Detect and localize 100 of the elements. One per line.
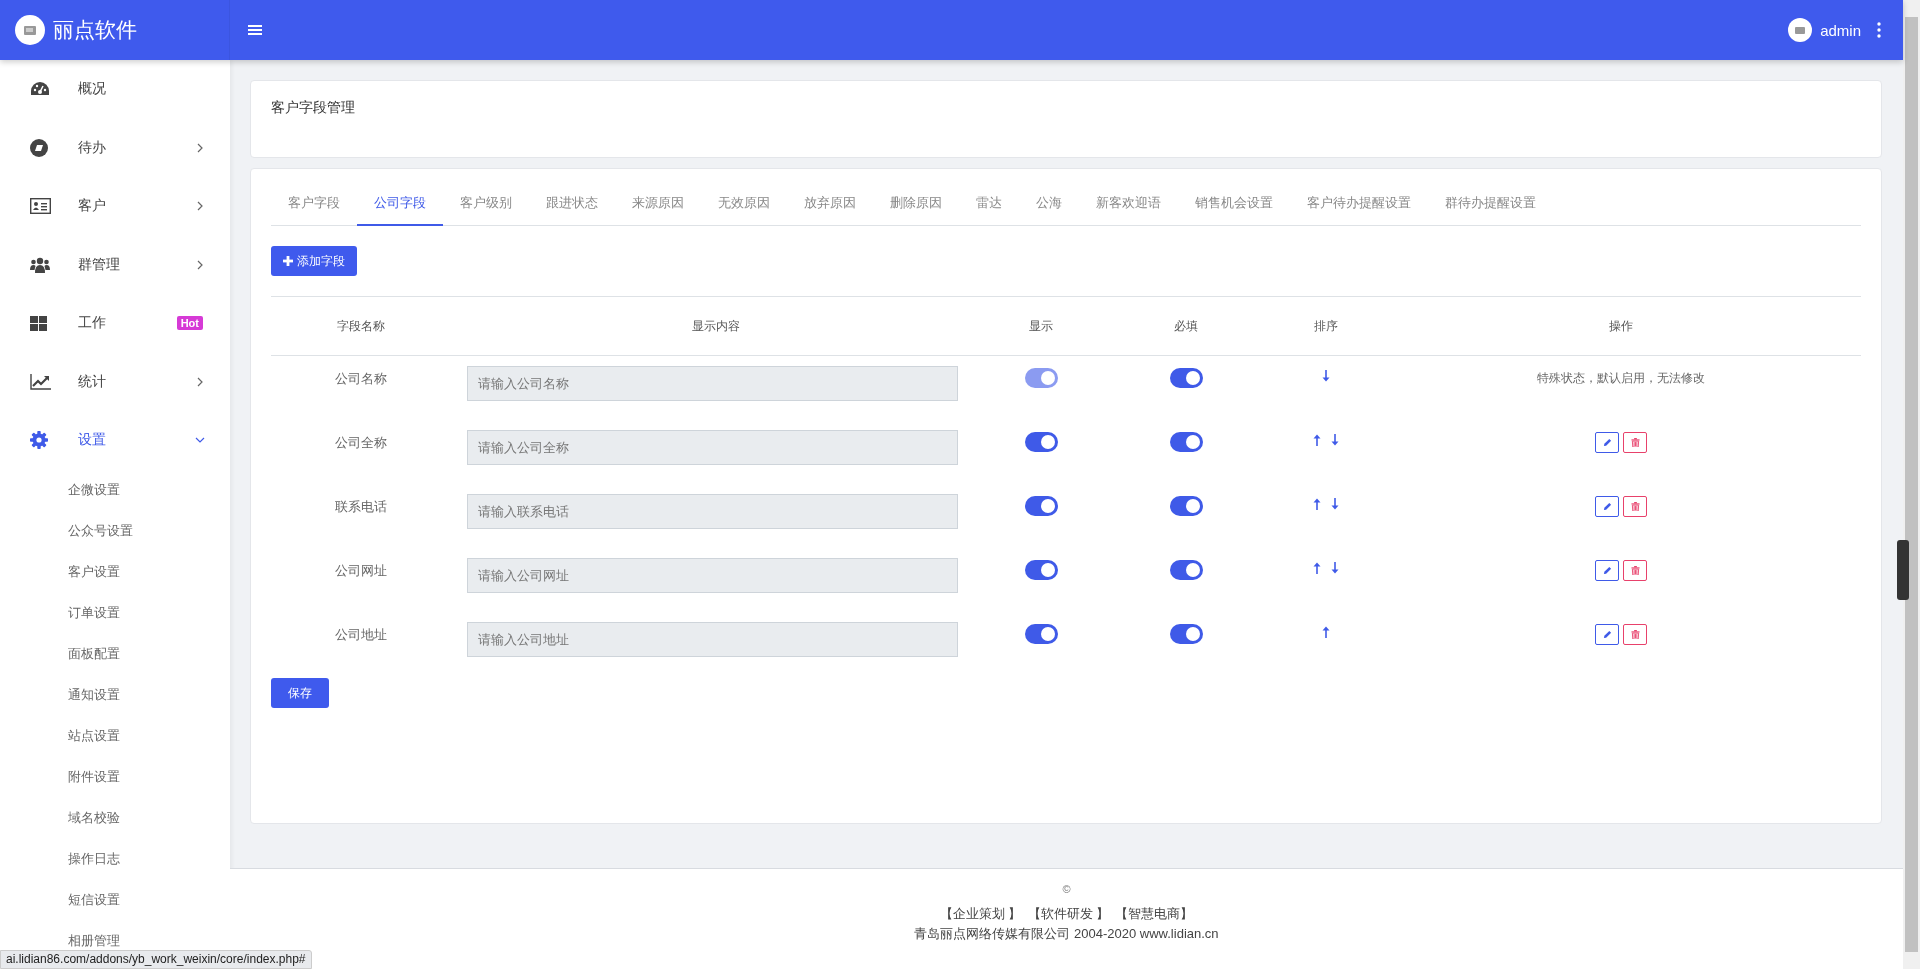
sidebar-item[interactable]: 概况 (0, 60, 230, 119)
avatar-icon[interactable] (1788, 18, 1813, 42)
tab[interactable]: 公海 (1019, 183, 1079, 226)
sidebar-item[interactable]: 客户 (0, 177, 230, 236)
arrow-down-icon[interactable] (1331, 562, 1339, 574)
edit-button[interactable] (1595, 496, 1619, 517)
arrow-up-icon[interactable] (1322, 626, 1330, 638)
footer-link[interactable]: 【软件研发 】 (1027, 905, 1110, 923)
chart-icon (30, 373, 51, 390)
submenu-item[interactable]: 相册管理 (68, 934, 120, 948)
column-header: 排序 (1313, 317, 1339, 335)
sidebar-item[interactable]: 统计 (0, 352, 230, 411)
arrow-down-icon[interactable] (1322, 370, 1330, 382)
submenu-item[interactable]: 附件设置 (68, 770, 120, 784)
arrow-up-icon[interactable] (1313, 498, 1321, 510)
tab[interactable]: 群待办提醒设置 (1428, 183, 1553, 226)
submenu-item[interactable]: 操作日志 (68, 852, 120, 866)
submenu-item[interactable]: 面板配置 (68, 647, 120, 661)
toggle-switch[interactable] (1169, 368, 1203, 388)
sidebar-item[interactable]: 工作 Hot (0, 294, 230, 353)
side-handle[interactable] (1897, 540, 1909, 600)
logo-icon (15, 15, 45, 45)
column-header: 显示内容 (691, 317, 741, 335)
toggle-switch[interactable] (1169, 432, 1203, 452)
copyright-mark: © (1062, 883, 1071, 895)
footer-link[interactable]: 【企业策划 】 (939, 905, 1022, 923)
gauge-icon (30, 81, 50, 98)
scrollbar[interactable] (1903, 0, 1920, 969)
sidebar-item[interactable]: 群管理 (0, 235, 230, 294)
tab[interactable]: 雷达 (959, 183, 1019, 226)
trash-icon (1630, 566, 1640, 575)
tab[interactable]: 无效原因 (701, 183, 787, 226)
toggle-switch[interactable] (1024, 496, 1058, 516)
edit-button[interactable] (1595, 432, 1619, 453)
delete-button[interactable] (1623, 496, 1647, 517)
toggle-switch[interactable] (1169, 496, 1203, 516)
edit-button[interactable] (1595, 624, 1619, 645)
tab[interactable]: 客户级别 (443, 183, 529, 226)
input-field[interactable]: 请输入公司网址 (467, 558, 958, 593)
input-field[interactable]: 请输入公司地址 (467, 622, 958, 657)
id-card-icon (30, 198, 51, 215)
arrow-down-icon[interactable] (1331, 434, 1339, 446)
delete-button[interactable] (1623, 432, 1647, 453)
toggle-switch[interactable] (1169, 560, 1203, 580)
users-icon (30, 255, 50, 274)
hot-badge: Hot (176, 316, 203, 331)
footer-link[interactable]: 【智慧电商】 (1115, 905, 1194, 923)
submenu-item[interactable]: 公众号设置 (68, 524, 133, 538)
pencil-icon (1602, 438, 1612, 447)
delete-button[interactable] (1623, 560, 1647, 581)
column-header: 操作 (1608, 317, 1634, 335)
tab[interactable]: 放弃原因 (787, 183, 873, 226)
user-name[interactable]: admin (1820, 21, 1861, 39)
submenu-item[interactable]: 短信设置 (68, 893, 120, 907)
tab[interactable]: 客户待办提醒设置 (1290, 183, 1428, 226)
input-field[interactable]: 请输入联系电话 (467, 494, 958, 529)
tab[interactable]: 客户字段 (271, 183, 357, 226)
sidebar-item[interactable]: 待办 (0, 118, 230, 177)
table-cell: 联系电话 (335, 498, 387, 516)
submenu-item[interactable]: 站点设置 (68, 729, 120, 743)
submenu-item[interactable]: 企微设置 (68, 483, 120, 497)
table-cell: 公司名称 (335, 370, 387, 388)
status-note: 特殊状态，默认启用，无法修改 (1537, 370, 1705, 387)
table-cell: 公司网址 (335, 562, 387, 580)
column-header: 显示 (1028, 317, 1054, 335)
input-field[interactable]: 请输入公司名称 (467, 366, 958, 401)
tab[interactable]: 来源原因 (615, 183, 701, 226)
page-title: 客户字段管理 (271, 99, 356, 117)
grid-icon (30, 315, 47, 331)
trash-icon (1630, 502, 1640, 511)
sidebar-item[interactable]: 设置 (0, 411, 230, 470)
tab[interactable]: 销售机会设置 (1178, 183, 1290, 226)
column-header: 字段名称 (336, 317, 386, 335)
tab[interactable]: 新客欢迎语 (1079, 183, 1178, 226)
table-cell: 公司全称 (335, 434, 387, 452)
arrow-down-icon[interactable] (1331, 498, 1339, 510)
save-button[interactable]: 保存 (271, 678, 329, 708)
menu-icon[interactable] (248, 24, 262, 36)
add-field-button[interactable]: 添加字段 (271, 246, 357, 276)
pencil-icon (1602, 630, 1612, 639)
arrow-up-icon[interactable] (1313, 434, 1321, 446)
tab[interactable]: 跟进状态 (529, 183, 615, 226)
submenu-item[interactable]: 客户设置 (68, 565, 120, 579)
more-icon[interactable] (1877, 22, 1881, 38)
status-url: ai.lidian86.com/addons/yb_work_weixin/core/index.php# (0, 950, 312, 969)
tab[interactable]: 删除原因 (873, 183, 959, 226)
toggle-switch[interactable] (1169, 624, 1203, 644)
delete-button[interactable] (1623, 624, 1647, 645)
submenu-item[interactable]: 通知设置 (68, 688, 120, 702)
submenu-item[interactable]: 订单设置 (68, 606, 120, 620)
toggle-switch[interactable] (1024, 560, 1058, 580)
edit-button[interactable] (1595, 560, 1619, 581)
pencil-icon (1602, 566, 1612, 575)
submenu-item[interactable]: 域名校验 (68, 811, 120, 825)
input-field[interactable]: 请输入公司全称 (467, 430, 958, 465)
tab[interactable]: 公司字段 (357, 183, 443, 226)
arrow-up-icon[interactable] (1313, 562, 1321, 574)
toggle-switch[interactable] (1024, 432, 1058, 452)
toggle-switch[interactable] (1024, 624, 1058, 644)
pencil-icon (1602, 502, 1612, 511)
